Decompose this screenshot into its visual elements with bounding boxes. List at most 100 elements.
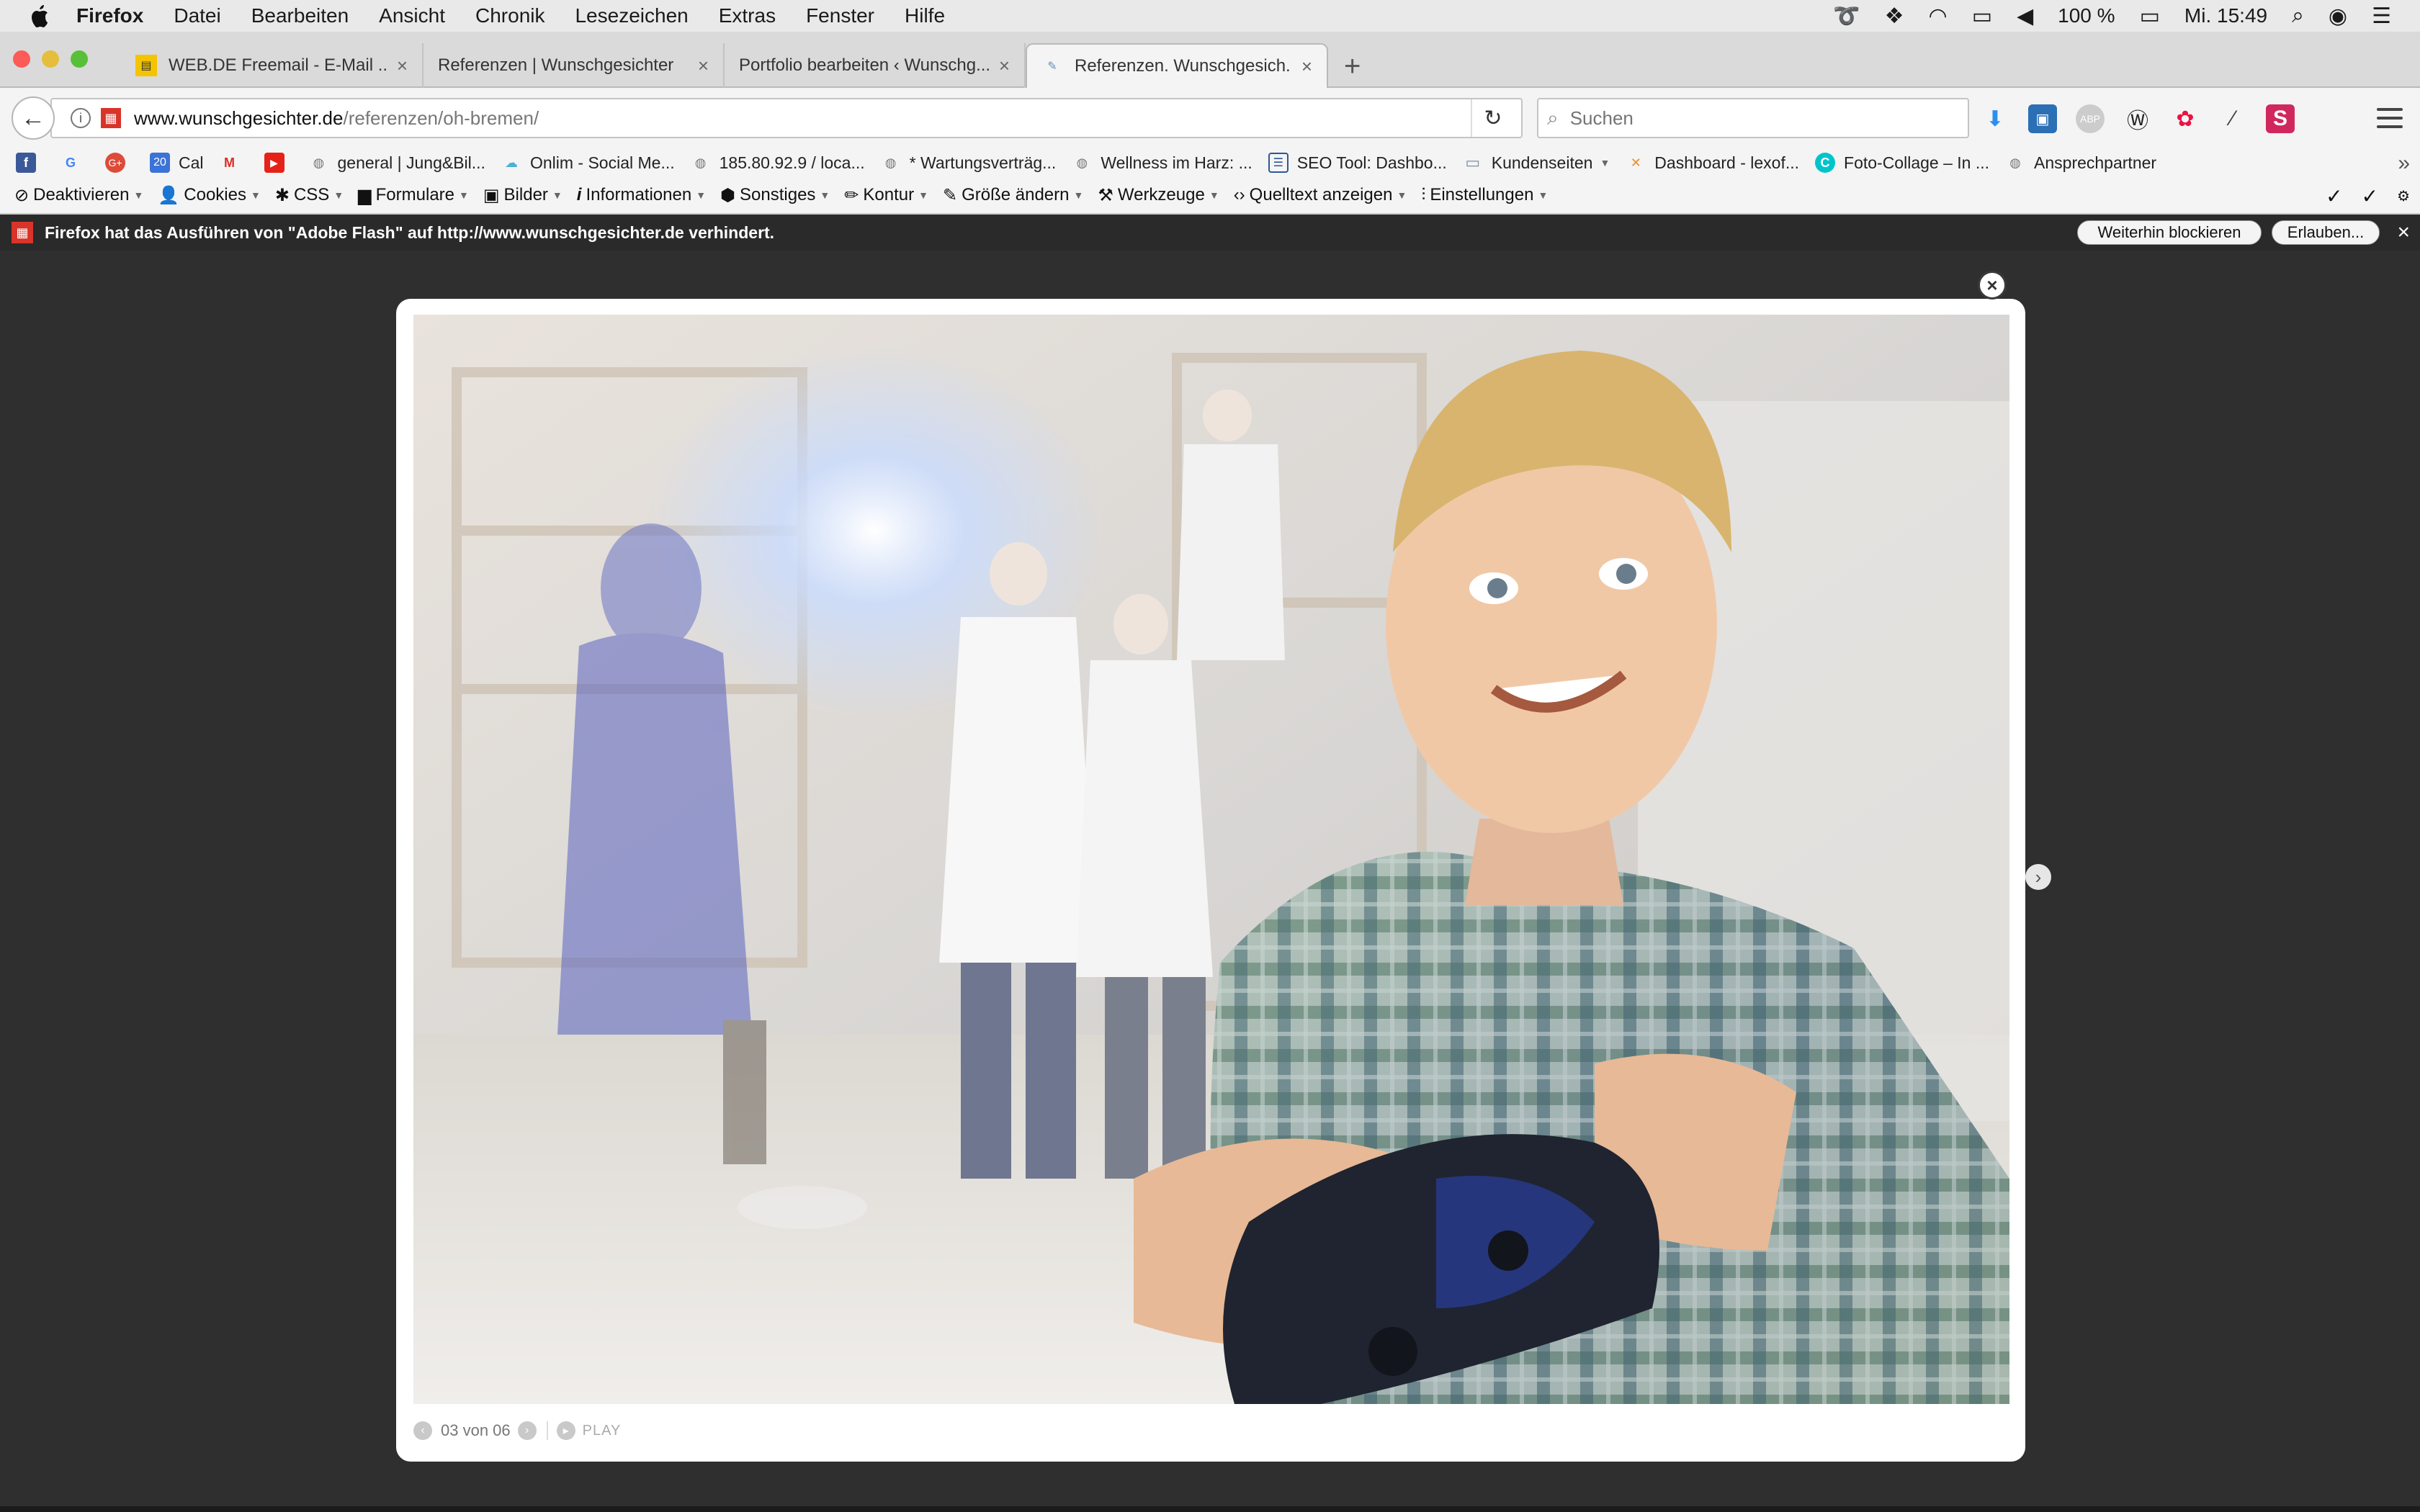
bookmark-gmail[interactable]: M bbox=[220, 153, 248, 173]
next-image-small-button[interactable]: › bbox=[517, 1421, 537, 1440]
site-info-icon[interactable]: i bbox=[71, 108, 91, 128]
devtool-kontur[interactable]: ✏ Kontur ▼ bbox=[844, 185, 928, 206]
devtool-groesse-aendern[interactable]: ✎ Größe ändern ▼ bbox=[943, 185, 1083, 206]
keep-blocking-button[interactable]: Weiterhin blockieren bbox=[2077, 220, 2262, 245]
close-icon[interactable]: × bbox=[999, 55, 1010, 77]
devtool-bilder[interactable]: ▣ Bilder ▼ bbox=[483, 185, 563, 206]
bookmark-wellness-im-harz[interactable]: ◍ Wellness im Harz: ... bbox=[1072, 153, 1252, 173]
devtool-sonstiges[interactable]: ⬢ Sonstiges ▼ bbox=[720, 185, 830, 206]
pipette-icon[interactable]: ⁄ bbox=[2218, 104, 2247, 133]
spotlight-search-icon[interactable]: ⌕ bbox=[2292, 4, 2304, 28]
close-icon[interactable]: × bbox=[2397, 220, 2410, 245]
dropdown-arrow-icon: ▼ bbox=[820, 189, 830, 201]
tab-webde[interactable]: ▤ WEB.DE Freemail - E-Mail ... × bbox=[121, 43, 424, 88]
color-picker-icon[interactable]: ✿ bbox=[2171, 104, 2200, 133]
play-slideshow-label[interactable]: PLAY bbox=[583, 1423, 622, 1439]
menu-datei[interactable]: Datei bbox=[174, 4, 220, 27]
bookmark-folder-kundenseiten[interactable]: ▭ Kundenseiten ▼ bbox=[1463, 153, 1610, 173]
info-icon: i bbox=[576, 185, 582, 204]
menu-hilfe[interactable]: Hilfe bbox=[905, 4, 945, 27]
notification-center-icon[interactable]: ☰ bbox=[2372, 4, 2391, 29]
devtool-einstellungen[interactable]: ⫶ Einstellungen ▼ bbox=[1421, 185, 1548, 205]
apple-icon[interactable] bbox=[26, 4, 55, 28]
bookmark-lexoffice[interactable]: ✕ Dashboard - lexof... bbox=[1626, 153, 1799, 173]
back-button[interactable]: ← bbox=[12, 96, 55, 140]
devtool-informationen[interactable]: i Informationen ▼ bbox=[577, 185, 706, 205]
wifi-icon[interactable]: ◠ bbox=[1929, 4, 1948, 29]
devtool-label: Sonstiges bbox=[740, 185, 816, 204]
devtool-cookies[interactable]: 👤 Cookies ▼ bbox=[158, 185, 260, 206]
bookmark-google-plus[interactable]: G+ bbox=[105, 153, 134, 173]
url-bar[interactable]: i ▦ www.wunschgesichter.de/referenzen/oh… bbox=[50, 98, 1523, 138]
bookmark-facebook[interactable]: f bbox=[16, 153, 45, 173]
close-icon[interactable]: × bbox=[1301, 55, 1312, 78]
bookmark-youtube[interactable]: ▶ bbox=[264, 153, 293, 173]
dropbox-icon[interactable]: ❖ bbox=[1885, 4, 1904, 29]
bookmark-seo-tool[interactable]: ☰ SEO Tool: Dashbo... bbox=[1268, 153, 1447, 173]
allow-flash-button[interactable]: Erlauben... bbox=[2272, 220, 2380, 245]
close-icon[interactable]: × bbox=[698, 55, 709, 77]
volume-icon[interactable]: ◀ bbox=[2017, 4, 2033, 29]
menu-firefox[interactable]: Firefox bbox=[76, 4, 143, 27]
url-text[interactable]: www.wunschgesichter.de/referenzen/oh-bre… bbox=[134, 107, 539, 130]
bookmark-calendar[interactable]: 20 Cal bbox=[150, 153, 204, 173]
css-wand-icon: ✱ bbox=[274, 185, 290, 205]
devtool-werkzeuge[interactable]: ⚒ Werkzeuge ▼ bbox=[1098, 185, 1219, 206]
next-image-button[interactable]: › bbox=[2025, 864, 2051, 890]
menu-extras[interactable]: Extras bbox=[719, 4, 776, 27]
gallery-photo[interactable] bbox=[413, 315, 2009, 1404]
tab-referenzen[interactable]: Referenzen | Wunschgesichter × bbox=[424, 43, 725, 88]
screenshot-extension-icon[interactable]: ▣ bbox=[2028, 104, 2057, 133]
resize-pencil-icon: ✎ bbox=[942, 185, 958, 205]
devtool-deaktivieren[interactable]: ⊘ Deaktivieren ▼ bbox=[14, 185, 143, 206]
hamburger-menu-icon[interactable] bbox=[2375, 104, 2404, 132]
battery-icon[interactable]: ▭ bbox=[2140, 4, 2160, 29]
lightbox-close-button[interactable]: × bbox=[1978, 271, 2007, 300]
reload-icon[interactable]: ↻ bbox=[1471, 99, 1514, 137]
zoom-window-button[interactable] bbox=[71, 50, 88, 68]
close-icon[interactable]: × bbox=[397, 55, 408, 77]
previous-image-button[interactable]: ‹ bbox=[413, 1421, 432, 1440]
airplay-icon[interactable]: ▭ bbox=[1972, 4, 1992, 29]
menu-bearbeiten[interactable]: Bearbeiten bbox=[251, 4, 349, 27]
play-slideshow-icon[interactable]: ▸ bbox=[556, 1421, 575, 1440]
bookmark-185-80-92-9[interactable]: ◍ 185.80.92.9 / loca... bbox=[691, 153, 865, 173]
adblock-plus-icon[interactable]: ABP bbox=[2076, 104, 2105, 133]
bookmark-wartungsvertraege[interactable]: ◍ * Wartungsverträg... bbox=[881, 153, 1057, 173]
tab-referenzen-active[interactable]: ✎ Referenzen. Wunschgesich... × bbox=[1026, 43, 1328, 88]
menu-lesezeichen[interactable]: Lesezeichen bbox=[575, 4, 688, 27]
checkmark-icon[interactable]: ✓ bbox=[2362, 184, 2378, 208]
bookmark-foto-collage[interactable]: C Foto-Collage – In ... bbox=[1815, 153, 1989, 173]
devtool-css[interactable]: ✱ CSS ▼ bbox=[275, 185, 344, 206]
dropdown-arrow-icon: ▼ bbox=[1073, 189, 1084, 201]
gear-icon[interactable]: ⚙ bbox=[2397, 187, 2410, 205]
devtool-label: Einstellungen bbox=[1430, 185, 1534, 204]
menu-fenster[interactable]: Fenster bbox=[806, 4, 874, 27]
lexoffice-icon: ✕ bbox=[1630, 155, 1641, 170]
checkmark-icon[interactable]: ✓ bbox=[2326, 184, 2342, 208]
tab-portfolio-bearbeiten[interactable]: Portfolio bearbeiten ‹ Wunschg... × bbox=[725, 43, 1026, 88]
menu-ansicht[interactable]: Ansicht bbox=[379, 4, 445, 27]
creative-cloud-icon[interactable]: ➰ bbox=[1833, 4, 1860, 29]
wordpress-icon[interactable]: Ⓦ bbox=[2123, 104, 2152, 133]
devtool-formulare[interactable]: ▆ Formulare ▼ bbox=[358, 185, 469, 206]
flash-blocked-icon[interactable]: ▦ bbox=[101, 108, 121, 128]
bookmark-ansprechpartner[interactable]: ◍ Ansprechpartner bbox=[2005, 153, 2156, 173]
dropdown-arrow-icon: ▼ bbox=[250, 189, 261, 201]
s-extension-icon[interactable]: S bbox=[2266, 104, 2295, 133]
search-input[interactable] bbox=[1568, 106, 1929, 130]
minimize-window-button[interactable] bbox=[42, 50, 59, 68]
more-bookmarks-chevron-icon[interactable]: » bbox=[2398, 151, 2410, 176]
bookmark-onlim[interactable]: ☁ Onlim - Social Me... bbox=[501, 153, 675, 173]
siri-icon[interactable]: ◉ bbox=[2329, 4, 2347, 29]
bookmark-general-jung-bil[interactable]: ◍ general | Jung&Bil... bbox=[309, 153, 485, 173]
devtool-quelltext-anzeigen[interactable]: ‹› Quelltext anzeigen ▼ bbox=[1234, 185, 1407, 205]
clock[interactable]: Mi. 15:49 bbox=[2184, 4, 2267, 27]
close-window-button[interactable] bbox=[13, 50, 30, 68]
search-bar[interactable]: ⌕ bbox=[1537, 98, 1969, 138]
new-tab-button[interactable]: + bbox=[1344, 50, 1361, 83]
download-icon[interactable]: ⬇ bbox=[1981, 104, 2009, 133]
bookmark-google[interactable]: G bbox=[60, 153, 89, 173]
menu-chronik[interactable]: Chronik bbox=[475, 4, 544, 27]
page-icon: ✎ bbox=[1047, 60, 1057, 73]
